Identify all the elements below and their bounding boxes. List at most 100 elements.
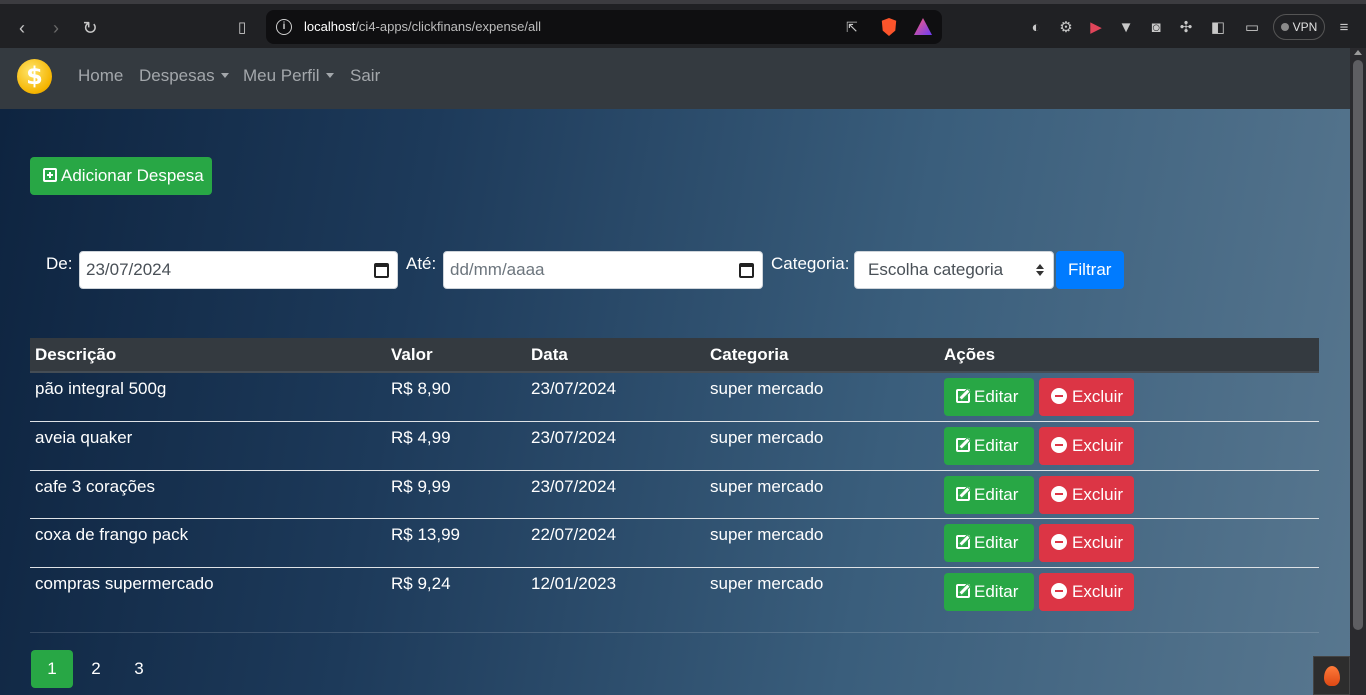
add-expense-button[interactable]: Adicionar Despesa <box>30 157 212 195</box>
delete-button[interactable]: Excluir <box>1039 378 1134 416</box>
cell-descricao: pão integral 500g <box>35 379 167 398</box>
header-categoria: Categoria <box>710 345 789 364</box>
puzzle-icon[interactable]: ✣ <box>1176 18 1196 38</box>
nav-sair[interactable]: Sair <box>350 66 380 86</box>
vpn-status-icon <box>1280 23 1289 31</box>
header-acoes: Ações <box>944 345 996 364</box>
category-select[interactable]: Escolha categoria <box>854 251 1054 289</box>
caret-down-icon <box>325 73 334 78</box>
table-row: pão integral 500g R$ 8,90 23/07/2024 sup… <box>30 373 1319 422</box>
delete-button[interactable]: Excluir <box>1039 427 1134 465</box>
table-divider <box>30 632 1319 633</box>
cell-data: 23/07/2024 <box>531 428 617 447</box>
caret-down-icon <box>220 73 229 78</box>
cell-data: 23/07/2024 <box>531 379 617 398</box>
extension-icon[interactable]: ◐ <box>1026 18 1046 38</box>
sidebar-icon[interactable]: ◧ <box>1208 18 1228 38</box>
table-row: compras supermercado R$ 9,24 12/01/2023 … <box>30 568 1319 617</box>
page-1-link[interactable]: 1 <box>31 650 73 688</box>
cell-categoria: super mercado <box>710 574 824 593</box>
to-date-label: Até: <box>406 254 437 273</box>
edit-button[interactable]: Editar <box>944 427 1034 465</box>
gear-icon[interactable]: ⚙ <box>1056 18 1076 38</box>
browser-toolbar: ‹ › ↻ ▯ i localhost/ci4-apps/clickfinans… <box>0 0 1366 48</box>
header-data: Data <box>531 345 568 364</box>
scroll-thumb[interactable] <box>1353 60 1363 630</box>
cell-descricao: aveia quaker <box>35 428 133 447</box>
minus-circle-icon <box>1051 486 1067 502</box>
filter-button[interactable]: Filtrar <box>1056 251 1124 289</box>
cell-descricao: compras supermercado <box>35 574 214 593</box>
calendar-icon[interactable] <box>739 263 754 278</box>
header-descricao: Descrição <box>35 345 117 364</box>
dollar-logo-icon[interactable]: $ <box>17 59 52 94</box>
wallet-icon[interactable]: ▭ <box>1242 18 1262 38</box>
main-content: Adicionar Despesa De: 23/07/2024 Até: dd… <box>0 109 1350 695</box>
edit-button[interactable]: Editar <box>944 573 1034 611</box>
edit-button[interactable]: Editar <box>944 476 1034 514</box>
cell-valor: R$ 8,90 <box>391 379 451 398</box>
delete-button[interactable]: Excluir <box>1039 524 1134 562</box>
header-valor: Valor <box>391 345 433 364</box>
cell-valor: R$ 9,99 <box>391 477 451 496</box>
cell-data: 12/01/2023 <box>531 574 617 593</box>
page-2-link[interactable]: 2 <box>75 650 117 688</box>
vue-devtools-icon[interactable]: ▼ <box>1116 18 1136 38</box>
cell-categoria: super mercado <box>710 477 824 496</box>
edit-button[interactable]: Editar <box>944 378 1034 416</box>
edit-button[interactable]: Editar <box>944 524 1034 562</box>
cell-categoria: super mercado <box>710 525 824 544</box>
cell-valor: R$ 4,99 <box>391 428 451 447</box>
reload-icon[interactable]: ↻ <box>78 16 102 40</box>
cell-descricao: cafe 3 corações <box>35 477 156 496</box>
select-arrows-icon <box>1036 264 1044 276</box>
play-icon[interactable]: ▶ <box>1086 18 1106 38</box>
page-3-link[interactable]: 3 <box>118 650 160 688</box>
cell-categoria: super mercado <box>710 428 824 447</box>
site-info-icon[interactable]: i <box>276 19 292 35</box>
calendar-icon[interactable] <box>374 263 389 278</box>
address-bar[interactable]: i localhost/ci4-apps/clickfinans/expense… <box>266 10 942 44</box>
brave-shield-icon[interactable] <box>881 18 897 36</box>
cell-valor: R$ 9,24 <box>391 574 451 593</box>
from-date-input[interactable]: 23/07/2024 <box>79 251 398 289</box>
from-date-label: De: <box>46 254 73 273</box>
cell-data: 23/07/2024 <box>531 477 617 496</box>
url-text: localhost/ci4-apps/clickfinans/expense/a… <box>304 19 542 34</box>
menu-icon[interactable]: ≡ <box>1334 18 1354 38</box>
table-row: aveia quaker R$ 4,99 23/07/2024 super me… <box>30 422 1319 471</box>
edit-icon <box>956 438 970 452</box>
back-icon[interactable]: ‹ <box>10 16 34 40</box>
minus-circle-icon <box>1051 437 1067 453</box>
app-navbar: $ Home Despesas Meu Perfil Sair <box>0 48 1350 109</box>
codeigniter-debug-toolbar[interactable] <box>1313 656 1350 695</box>
share-icon[interactable]: ⇱ <box>846 19 862 35</box>
nav-meu-perfil[interactable]: Meu Perfil <box>243 66 334 86</box>
table-row: coxa de frango pack R$ 13,99 22/07/2024 … <box>30 519 1319 568</box>
vpn-button[interactable]: VPN <box>1273 14 1325 40</box>
brave-rewards-icon[interactable] <box>914 18 932 35</box>
camera-icon[interactable]: ◙ <box>1146 18 1166 38</box>
cell-categoria: super mercado <box>710 379 824 398</box>
delete-button[interactable]: Excluir <box>1039 573 1134 611</box>
bookmark-icon[interactable]: ▯ <box>230 16 254 40</box>
edit-icon <box>956 389 970 403</box>
table-header: Descrição Valor Data Categoria Ações <box>30 338 1319 373</box>
scroll-up-icon[interactable] <box>1354 50 1362 55</box>
nav-despesas[interactable]: Despesas <box>139 66 229 86</box>
delete-button[interactable]: Excluir <box>1039 476 1134 514</box>
plus-square-icon <box>43 168 57 182</box>
edit-icon <box>956 535 970 549</box>
edit-icon <box>956 487 970 501</box>
cell-data: 22/07/2024 <box>531 525 617 544</box>
cell-valor: R$ 13,99 <box>391 525 460 544</box>
nav-home[interactable]: Home <box>78 66 123 86</box>
edit-icon <box>956 584 970 598</box>
minus-circle-icon <box>1051 388 1067 404</box>
table-row: cafe 3 corações R$ 9,99 23/07/2024 super… <box>30 471 1319 519</box>
category-label: Categoria: <box>771 254 850 273</box>
cell-descricao: coxa de frango pack <box>35 525 189 544</box>
page-scrollbar[interactable] <box>1350 48 1366 695</box>
to-date-input[interactable]: dd/mm/aaaa <box>443 251 763 289</box>
forward-icon[interactable]: › <box>44 16 68 40</box>
